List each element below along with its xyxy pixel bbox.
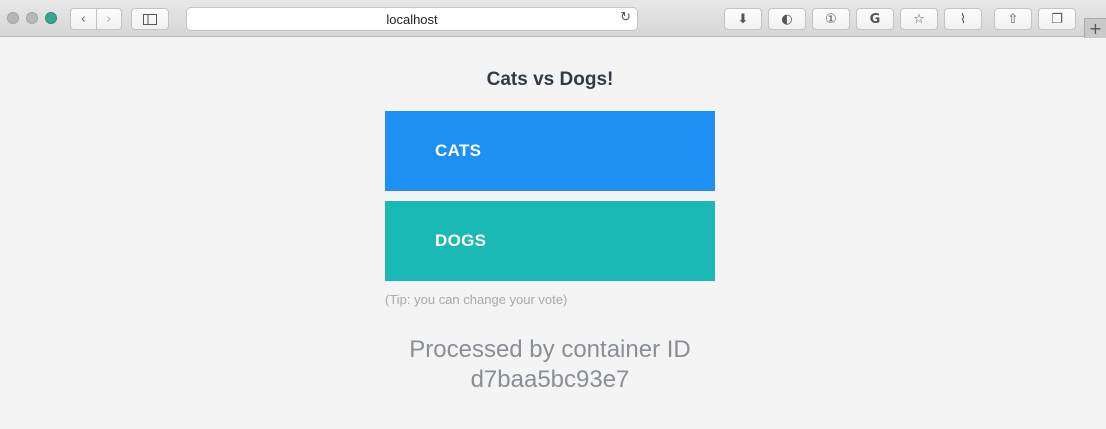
zoom-window-button[interactable] [45,12,57,24]
password-icon: ① [825,11,837,27]
tabs-icon: ❐ [1051,11,1063,27]
grammarly-icon: G [869,11,881,27]
star-icon: ☆ [913,11,925,27]
share-icon: ⇧ [1007,11,1019,27]
rss-icon: ⌇ [959,11,967,27]
reload-icon[interactable]: ↻ [620,10,631,25]
sidebar-icon [143,13,157,25]
processed-label: Processed by container ID [409,336,691,363]
vote-cats-label: CATS [435,141,482,160]
container-info: Processed by container ID d7baa5bc93e7 [385,335,715,395]
container-id: d7baa5bc93e7 [470,366,630,393]
back-button[interactable]: ‹ [71,9,96,29]
show-tabs-button[interactable]: ❐ [1038,8,1076,30]
vote-dogs-button[interactable]: DOGS [385,201,715,281]
share-button[interactable]: ⇧ [994,8,1032,30]
rss-button[interactable]: ⌇ [944,8,982,30]
password-manager-button[interactable]: ① [812,8,850,30]
sidebar-button[interactable] [131,8,169,30]
vote-cats-button[interactable]: CATS [385,111,715,191]
vote-dogs-label: DOGS [435,231,487,250]
address-bar[interactable]: localhost ↻ [186,7,638,31]
url-text: localhost [386,11,438,27]
forward-icon: › [106,11,112,27]
toggle-extension-button[interactable]: ◐ [768,8,806,30]
download-button[interactable]: ⬇ [724,8,762,30]
plus-icon: + [1088,19,1103,38]
bookmark-button[interactable]: ☆ [900,8,938,30]
grammarly-button[interactable]: G [856,8,894,30]
download-icon: ⬇ [737,11,749,27]
minimize-window-button[interactable] [26,12,38,24]
navigation-buttons: ‹ › [70,8,122,30]
page-title: Cats vs Dogs! [486,69,614,90]
back-icon: ‹ [80,11,86,27]
browser-toolbar: ‹ › localhost ↻ ⬇ ◐ ① G ☆ ⌇ ⇧ ❐ + [0,0,1106,38]
new-tab-button[interactable]: + [1084,18,1106,38]
tip-text: (Tip: you can change your vote) [385,292,568,307]
toggle-icon: ◐ [781,11,793,27]
forward-button[interactable]: › [95,9,122,29]
close-window-button[interactable] [7,12,19,24]
